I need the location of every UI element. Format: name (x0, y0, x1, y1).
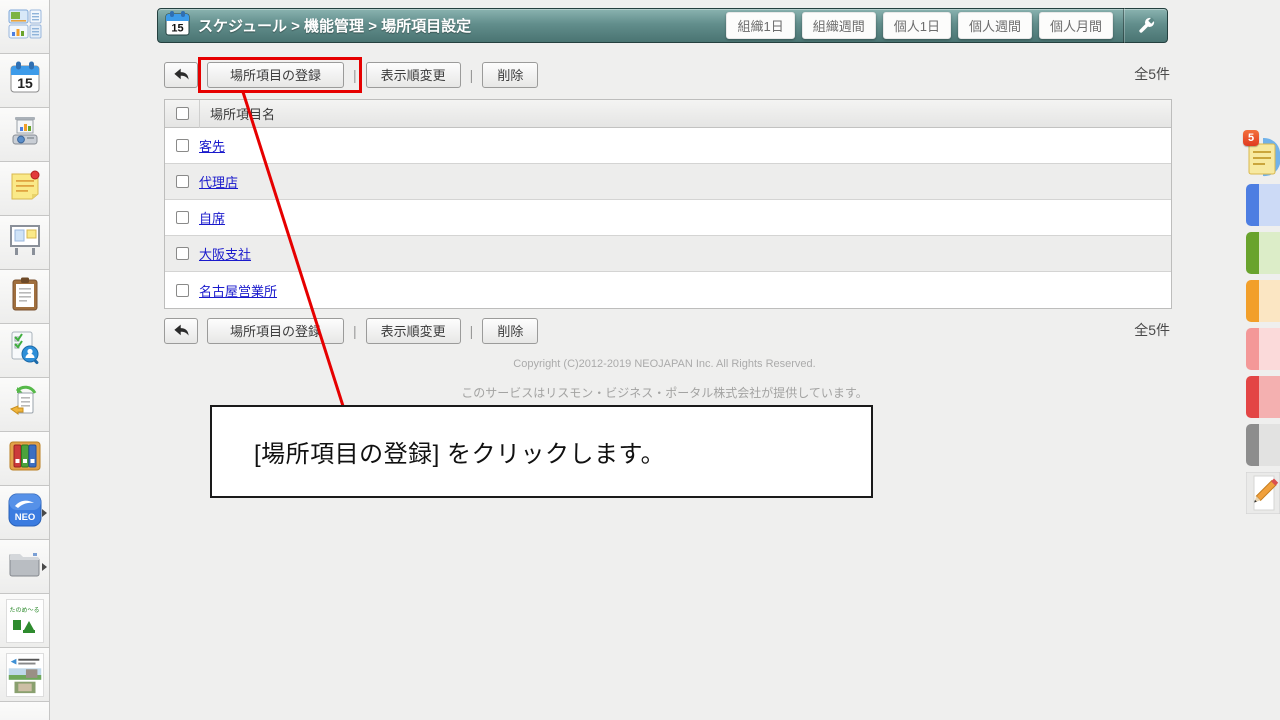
sidebar-item-banner-tanomeru[interactable]: たのめ～る (0, 594, 49, 648)
view-button-org-1day[interactable]: 組織1日 (726, 12, 795, 39)
sidebar-item-memo[interactable] (0, 162, 49, 216)
portal-icon (8, 8, 42, 45)
circular-icon (9, 276, 41, 317)
sidebar-calendar-day: 15 (17, 75, 33, 91)
survey-icon (8, 330, 42, 371)
select-all-checkbox[interactable] (175, 107, 189, 120)
place-item-link[interactable]: 大阪支社 (199, 244, 251, 263)
memo-icon (8, 169, 42, 208)
right-label-blue[interactable] (1246, 184, 1280, 226)
row-checkbox[interactable] (175, 139, 189, 152)
sidebar-item-survey[interactable] (0, 324, 49, 378)
right-label-red[interactable] (1246, 376, 1280, 418)
view-button-org-week[interactable]: 組織週間 (801, 12, 876, 39)
column-divider (199, 99, 200, 128)
back-button[interactable] (164, 61, 198, 88)
place-item-link[interactable]: 代理店 (199, 172, 238, 191)
delete-button-bottom[interactable]: 削除 (482, 317, 539, 344)
left-sidebar: 15 NEO たのめ～る (0, 0, 50, 720)
register-place-item-button[interactable]: 場所項目の登録 (207, 61, 345, 88)
bulletin-icon (8, 223, 42, 262)
place-item-link[interactable]: 名古屋営業所 (199, 281, 277, 300)
neo-label: NEO (14, 512, 35, 523)
place-item-link[interactable]: 自席 (199, 208, 225, 227)
toolbar-top: 場所項目の登録 | 表示順変更 | 削除 (164, 61, 547, 88)
right-label-green[interactable] (1246, 232, 1280, 274)
sidebar-item-workflow[interactable] (0, 378, 49, 432)
cabinet-icon (8, 440, 42, 477)
sidebar-item-banner-ad[interactable] (0, 648, 49, 702)
item-count-bottom: 全5件 (1134, 322, 1170, 338)
notice-badge: 5 (1243, 130, 1259, 146)
banner-tanomeru-icon: たのめ～る (5, 598, 44, 643)
table-row: 代理店 (165, 164, 1171, 200)
table-row: 大阪支社 (165, 236, 1171, 272)
row-checkbox[interactable] (175, 283, 189, 297)
table-body: 客先 代理店 自席 大阪支社 名古屋営業所 (165, 128, 1171, 308)
provider-text: このサービスはリスモン・ビジネス・ポータル株式会社が提供しています。 (461, 386, 868, 400)
table-row: 名古屋営業所 (165, 272, 1171, 308)
table-header-row: 場所項目名 (165, 99, 1171, 128)
column-header-place-name: 場所項目名 (210, 107, 276, 122)
table-row: 自席 (165, 200, 1171, 236)
sidebar-item-cabinet[interactable] (0, 432, 49, 486)
sidebar-item-more[interactable] (0, 702, 49, 720)
banner-ad-icon (5, 652, 44, 697)
sidebar-item-circular[interactable] (0, 270, 49, 324)
right-item-notice[interactable]: 5 (1243, 130, 1280, 178)
sidebar-item-bulletin[interactable] (0, 216, 49, 270)
view-button-personal-week[interactable]: 個人週間 (957, 12, 1032, 39)
toolbar-separator: | (353, 66, 357, 83)
place-item-table: 場所項目名 客先 代理店 自席 大阪支社 名古屋営業所 (164, 99, 1172, 309)
facility-icon (8, 115, 42, 154)
right-label-pink[interactable] (1246, 328, 1280, 370)
right-sidebar: 5 (1243, 130, 1280, 525)
table-row: 客先 (165, 128, 1171, 164)
toolbar-separator: | (469, 322, 474, 339)
back-button-bottom[interactable] (164, 317, 198, 344)
place-item-link[interactable]: 客先 (199, 136, 225, 155)
item-count-top: 全5件 (1134, 66, 1170, 82)
right-label-gray[interactable] (1246, 424, 1280, 466)
callout-box: [場所項目の登録] をクリックします。 (210, 405, 873, 498)
back-arrow-icon (173, 68, 189, 80)
app-header-bar: 15 スケジュール > 機能管理 > 場所項目設定 組織1日 組織週間 個人1日… (157, 8, 1168, 43)
settings-button[interactable] (1125, 9, 1167, 42)
reorder-button-bottom[interactable]: 表示順変更 (365, 317, 461, 344)
callout-text: [場所項目の登録] をクリックします。 (254, 441, 666, 468)
reorder-button[interactable]: 表示順変更 (365, 61, 461, 88)
sidebar-item-facility[interactable] (0, 108, 49, 162)
breadcrumb: スケジュール > 機能管理 > 場所項目設定 (198, 18, 472, 35)
banner-tanomeru-label: たのめ～る (9, 607, 40, 614)
back-arrow-icon (173, 324, 189, 336)
flyout-arrow-icon (42, 508, 47, 517)
sidebar-item-portal[interactable] (0, 0, 49, 54)
neo-launcher-icon: NEO (7, 492, 43, 533)
toolbar-bottom: 場所項目の登録 | 表示順変更 | 削除 (164, 317, 547, 344)
flyout-arrow-icon (42, 562, 47, 571)
delete-button[interactable]: 削除 (482, 61, 539, 88)
wrench-icon (1139, 16, 1155, 33)
register-place-item-button-bottom[interactable]: 場所項目の登録 (207, 317, 345, 344)
right-item-edit[interactable] (1243, 471, 1280, 519)
row-checkbox[interactable] (175, 211, 189, 224)
sidebar-item-folder[interactable] (0, 540, 49, 594)
right-label-orange[interactable] (1246, 280, 1280, 322)
view-button-personal-1day[interactable]: 個人1日 (882, 12, 951, 39)
folder-icon (7, 549, 43, 584)
schedule-app-icon: 15 (165, 10, 190, 41)
sidebar-item-neo[interactable]: NEO (0, 486, 49, 540)
toolbar-separator: | (469, 66, 474, 83)
schedule-icon: 15 (8, 60, 42, 101)
pencil-icon (1245, 471, 1280, 515)
row-checkbox[interactable] (175, 175, 189, 188)
sidebar-item-schedule[interactable]: 15 (0, 54, 49, 108)
toolbar-separator: | (353, 322, 357, 339)
copyright-text: Copyright (C)2012-2019 NEOJAPAN Inc. All… (513, 358, 816, 370)
row-checkbox[interactable] (175, 247, 189, 260)
header-calendar-day: 15 (171, 23, 183, 35)
view-button-personal-month[interactable]: 個人月間 (1038, 12, 1113, 39)
workflow-icon (8, 385, 42, 424)
